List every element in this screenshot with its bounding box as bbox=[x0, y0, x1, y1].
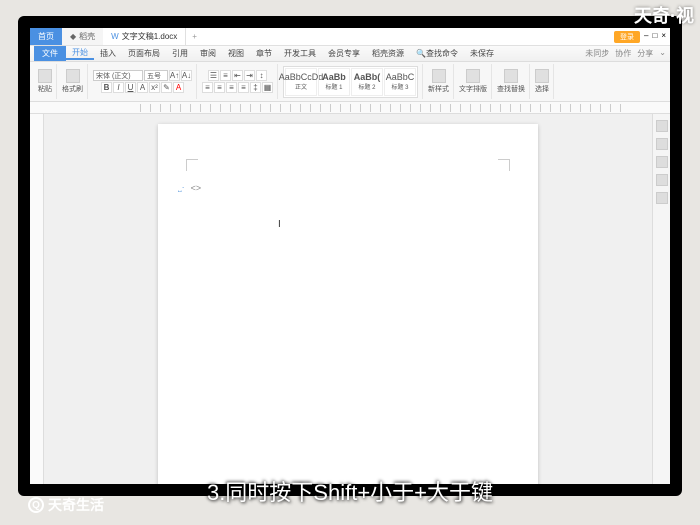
text-tools-icon bbox=[466, 69, 480, 83]
ribbon: 粘贴 格式刷 宋体 (正文) 五号 A↑ A↓ B I bbox=[30, 62, 670, 102]
numbering-icon[interactable]: ≡ bbox=[220, 70, 231, 81]
find-replace-button[interactable]: 查找替换 bbox=[497, 69, 525, 94]
select-button[interactable]: 选择 bbox=[535, 69, 549, 94]
close-icon[interactable]: × bbox=[661, 31, 666, 43]
menu-chapter[interactable]: 章节 bbox=[250, 48, 278, 59]
minimize-icon[interactable]: – bbox=[644, 31, 648, 43]
superscript-icon[interactable]: x² bbox=[149, 82, 160, 93]
align-center-icon[interactable]: ≡ bbox=[214, 82, 225, 93]
new-style-icon bbox=[432, 69, 446, 83]
menu-review[interactable]: 审阅 bbox=[194, 48, 222, 59]
document-page[interactable]: ⎵· <> I bbox=[158, 124, 538, 484]
format-painter-button[interactable]: 格式刷 bbox=[62, 69, 83, 94]
text-tools-button[interactable]: 文字排版 bbox=[459, 69, 487, 94]
highlight-icon[interactable]: ✎ bbox=[161, 82, 172, 93]
anchor-icon: ⎵· bbox=[178, 182, 185, 193]
collab-button[interactable]: 协作 bbox=[615, 48, 631, 59]
clipboard-icon bbox=[38, 69, 52, 83]
indent-dec-icon[interactable]: ⇤ bbox=[232, 70, 243, 81]
menu-unsaved: 未保存 bbox=[464, 48, 500, 59]
cursor-icon bbox=[535, 69, 549, 83]
menu-layout[interactable]: 页面布局 bbox=[122, 48, 166, 59]
monitor-bezel: 首页 ◆ 稻壳 W 文字文稿1.docx + 登录 – □ × 文件 开始 插入… bbox=[18, 16, 682, 496]
video-watermark-top: 天奇·视 bbox=[634, 2, 694, 28]
menu-search[interactable]: 🔍查找命令 bbox=[410, 48, 464, 59]
margin-corner-tl bbox=[186, 159, 198, 171]
tab-document[interactable]: W 文字文稿1.docx bbox=[103, 28, 186, 45]
indent-inc-icon[interactable]: ⇥ bbox=[244, 70, 255, 81]
text-cursor: I bbox=[278, 219, 281, 230]
brush-icon bbox=[66, 69, 80, 83]
tab-new[interactable]: + bbox=[186, 32, 203, 41]
menu-file[interactable]: 文件 bbox=[34, 46, 66, 61]
caret-icon[interactable]: ⌄ bbox=[659, 48, 666, 59]
bullets-icon[interactable]: ☰ bbox=[208, 70, 219, 81]
new-style-button[interactable]: 新样式 bbox=[428, 69, 449, 94]
bold-button[interactable]: B bbox=[101, 82, 112, 93]
underline-button[interactable]: U bbox=[125, 82, 136, 93]
style-h3[interactable]: AaBbC标题 3 bbox=[384, 68, 416, 96]
font-color-icon[interactable]: A bbox=[173, 82, 184, 93]
tab-templates[interactable]: ◆ 稻壳 bbox=[62, 28, 103, 45]
horizontal-ruler[interactable] bbox=[30, 102, 670, 114]
side-tool-4[interactable] bbox=[656, 174, 668, 186]
word-icon: W bbox=[111, 32, 119, 41]
page-area[interactable]: ⎵· <> I bbox=[44, 114, 652, 484]
margin-corner-tr bbox=[498, 159, 510, 171]
menu-resources[interactable]: 稻壳资源 bbox=[366, 48, 410, 59]
titlebar: 首页 ◆ 稻壳 W 文字文稿1.docx + 登录 – □ × bbox=[30, 28, 670, 46]
screen: 首页 ◆ 稻壳 W 文字文稿1.docx + 登录 – □ × 文件 开始 插入… bbox=[30, 28, 670, 484]
grow-font-icon[interactable]: A↑ bbox=[169, 70, 180, 81]
search-icon: 🔍 bbox=[416, 49, 426, 58]
shading-icon[interactable]: ▦ bbox=[262, 82, 273, 93]
font-size-select[interactable]: 五号 bbox=[144, 70, 168, 81]
find-icon bbox=[504, 69, 518, 83]
justify-icon[interactable]: ≡ bbox=[238, 82, 249, 93]
sort-icon[interactable]: ↕ bbox=[256, 70, 267, 81]
styles-gallery[interactable]: AaBbCcDd正文 AaBb标题 1 AaBb(标题 2 AaBbC标题 3 bbox=[283, 66, 418, 98]
font-name-select[interactable]: 宋体 (正文) bbox=[93, 70, 143, 81]
maximize-icon[interactable]: □ bbox=[652, 31, 657, 43]
vertical-ruler[interactable] bbox=[30, 114, 44, 484]
menu-devtools[interactable]: 开发工具 bbox=[278, 48, 322, 59]
paste-button[interactable]: 粘贴 bbox=[38, 69, 52, 94]
menu-references[interactable]: 引用 bbox=[166, 48, 194, 59]
video-subtitle: 3.同时按下Shift+小于+大于键 bbox=[0, 475, 700, 507]
style-normal[interactable]: AaBbCcDd正文 bbox=[285, 68, 317, 96]
tab-home[interactable]: 首页 bbox=[30, 28, 62, 45]
menu-view[interactable]: 视图 bbox=[222, 48, 250, 59]
align-left-icon[interactable]: ≡ bbox=[202, 82, 213, 93]
side-tool-3[interactable] bbox=[656, 156, 668, 168]
pdf-icon: ◆ bbox=[70, 32, 76, 41]
menu-insert[interactable]: 插入 bbox=[94, 48, 122, 59]
style-h1[interactable]: AaBb标题 1 bbox=[318, 68, 350, 96]
italic-button[interactable]: I bbox=[113, 82, 124, 93]
page-margin-marker: ⎵· <> bbox=[178, 182, 201, 193]
strike-button[interactable]: A bbox=[137, 82, 148, 93]
menubar: 文件 开始 插入 页面布局 引用 审阅 视图 章节 开发工具 会员专享 稻壳资源… bbox=[30, 46, 670, 62]
align-right-icon[interactable]: ≡ bbox=[226, 82, 237, 93]
side-tool-2[interactable] bbox=[656, 138, 668, 150]
menu-member[interactable]: 会员专享 bbox=[322, 48, 366, 59]
side-toolbar bbox=[652, 114, 670, 484]
line-spacing-icon[interactable]: ‡ bbox=[250, 82, 261, 93]
workspace: ⎵· <> I bbox=[30, 114, 670, 484]
side-tool-1[interactable] bbox=[656, 120, 668, 132]
side-tool-5[interactable] bbox=[656, 192, 668, 204]
shrink-font-icon[interactable]: A↓ bbox=[181, 70, 192, 81]
share-button[interactable]: 分享 bbox=[637, 48, 653, 59]
style-h2[interactable]: AaBb(标题 2 bbox=[351, 68, 383, 96]
login-button[interactable]: 登录 bbox=[614, 31, 640, 43]
menu-start[interactable]: 开始 bbox=[66, 47, 94, 60]
sync-status[interactable]: 未同步 bbox=[585, 48, 609, 59]
